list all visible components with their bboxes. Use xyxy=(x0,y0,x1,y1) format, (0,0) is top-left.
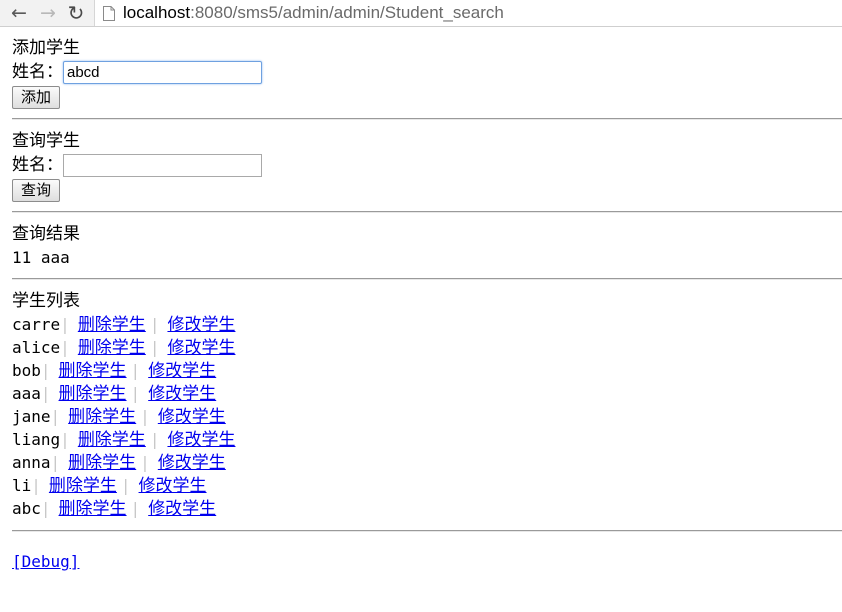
student-name: liang xyxy=(12,430,61,449)
edit-student-link[interactable]: 修改学生 xyxy=(139,476,207,496)
reload-icon[interactable]: ↻ xyxy=(65,1,87,25)
separator: | xyxy=(40,384,51,403)
delete-student-link[interactable]: 删除学生 xyxy=(68,453,136,473)
separator: | xyxy=(149,338,160,357)
add-name-label: 姓名： xyxy=(12,62,63,82)
delete-student-link[interactable]: 删除学生 xyxy=(59,361,127,381)
edit-student-link[interactable]: 修改学生 xyxy=(158,407,226,427)
debug-link[interactable]: [Debug] xyxy=(12,552,79,571)
search-student-title: 查询学生 xyxy=(12,131,80,151)
separator: | xyxy=(60,315,70,334)
separator: | xyxy=(130,384,141,403)
divider xyxy=(12,530,842,532)
edit-student-link[interactable]: 修改学生 xyxy=(167,430,235,450)
divider xyxy=(12,278,842,280)
list-item: aaa| 删除学生 | 修改学生 xyxy=(12,382,842,405)
separator: | xyxy=(50,407,61,426)
student-list-title: 学生列表 xyxy=(12,291,80,311)
delete-student-link[interactable]: 删除学生 xyxy=(59,499,127,519)
edit-student-link[interactable]: 修改学生 xyxy=(158,453,226,473)
separator: | xyxy=(40,499,51,518)
edit-student-link[interactable]: 修改学生 xyxy=(167,338,235,358)
edit-student-link[interactable]: 修改学生 xyxy=(148,499,216,519)
search-result-text: 11 aaa xyxy=(12,248,70,267)
forward-arrow-icon[interactable]: → xyxy=(37,2,59,24)
delete-student-link[interactable]: 删除学生 xyxy=(49,476,117,496)
student-list: carre| 删除学生 | 修改学生 alice| 删除学生 | 修改学生 bob| 删除学生 | 修… xyxy=(12,313,842,520)
student-name: bob xyxy=(12,361,41,380)
add-button[interactable]: 添加 xyxy=(12,86,61,109)
address-bar[interactable]: localhost:8080/sms5/admin/admin/Student_… xyxy=(94,0,842,26)
search-name-label: 姓名： xyxy=(12,155,63,175)
page-icon xyxy=(103,5,115,21)
search-name-input[interactable] xyxy=(63,154,262,177)
browser-toolbar: ← → ↻ localhost:8080/sms5/admin/admin/St… xyxy=(0,0,842,27)
separator: | xyxy=(130,361,141,380)
separator: | xyxy=(140,407,150,426)
student-name: li xyxy=(12,476,32,495)
list-item: alice| 删除学生 | 修改学生 xyxy=(12,336,842,359)
separator: | xyxy=(140,453,150,472)
student-name: anna xyxy=(12,453,51,472)
search-button[interactable]: 查询 xyxy=(12,179,61,202)
separator: | xyxy=(40,361,51,380)
student-name: aaa xyxy=(12,384,41,403)
separator: | xyxy=(31,476,41,495)
separator: | xyxy=(120,476,131,495)
list-item: jane| 删除学生 | 修改学生 xyxy=(12,405,842,428)
list-item: anna| 删除学生 | 修改学生 xyxy=(12,451,842,474)
student-name: jane xyxy=(12,407,51,426)
page-content: 添加学生 姓名： 添加 查询学生 姓名： 查询 查询结果 11 aaa 学生列表… xyxy=(0,27,842,573)
student-name: abc xyxy=(12,499,41,518)
separator: | xyxy=(130,499,141,518)
add-name-input[interactable] xyxy=(63,61,262,84)
delete-student-link[interactable]: 删除学生 xyxy=(68,407,136,427)
list-item: liang| 删除学生 | 修改学生 xyxy=(12,428,842,451)
student-name: alice xyxy=(12,338,61,357)
separator: | xyxy=(50,453,61,472)
list-item: bob| 删除学生 | 修改学生 xyxy=(12,359,842,382)
list-item: li| 删除学生 | 修改学生 xyxy=(12,474,842,497)
back-arrow-icon[interactable]: ← xyxy=(8,2,30,24)
add-student-title: 添加学生 xyxy=(12,38,80,58)
delete-student-link[interactable]: 删除学生 xyxy=(78,315,146,335)
edit-student-link[interactable]: 修改学生 xyxy=(148,384,216,404)
divider xyxy=(12,118,842,120)
list-item: abc| 删除学生 | 修改学生 xyxy=(12,497,842,520)
search-result-title: 查询结果 xyxy=(12,224,80,244)
divider xyxy=(12,211,842,213)
separator: | xyxy=(149,430,160,449)
list-item: carre| 删除学生 | 修改学生 xyxy=(12,313,842,336)
delete-student-link[interactable]: 删除学生 xyxy=(78,338,146,358)
edit-student-link[interactable]: 修改学生 xyxy=(167,315,235,335)
separator: | xyxy=(60,430,70,449)
separator: | xyxy=(60,338,70,357)
edit-student-link[interactable]: 修改学生 xyxy=(148,361,216,381)
separator: | xyxy=(149,315,160,334)
url-text: localhost:8080/sms5/admin/admin/Student_… xyxy=(123,3,504,22)
delete-student-link[interactable]: 删除学生 xyxy=(78,430,146,450)
delete-student-link[interactable]: 删除学生 xyxy=(59,384,127,404)
student-name: carre xyxy=(12,315,61,334)
